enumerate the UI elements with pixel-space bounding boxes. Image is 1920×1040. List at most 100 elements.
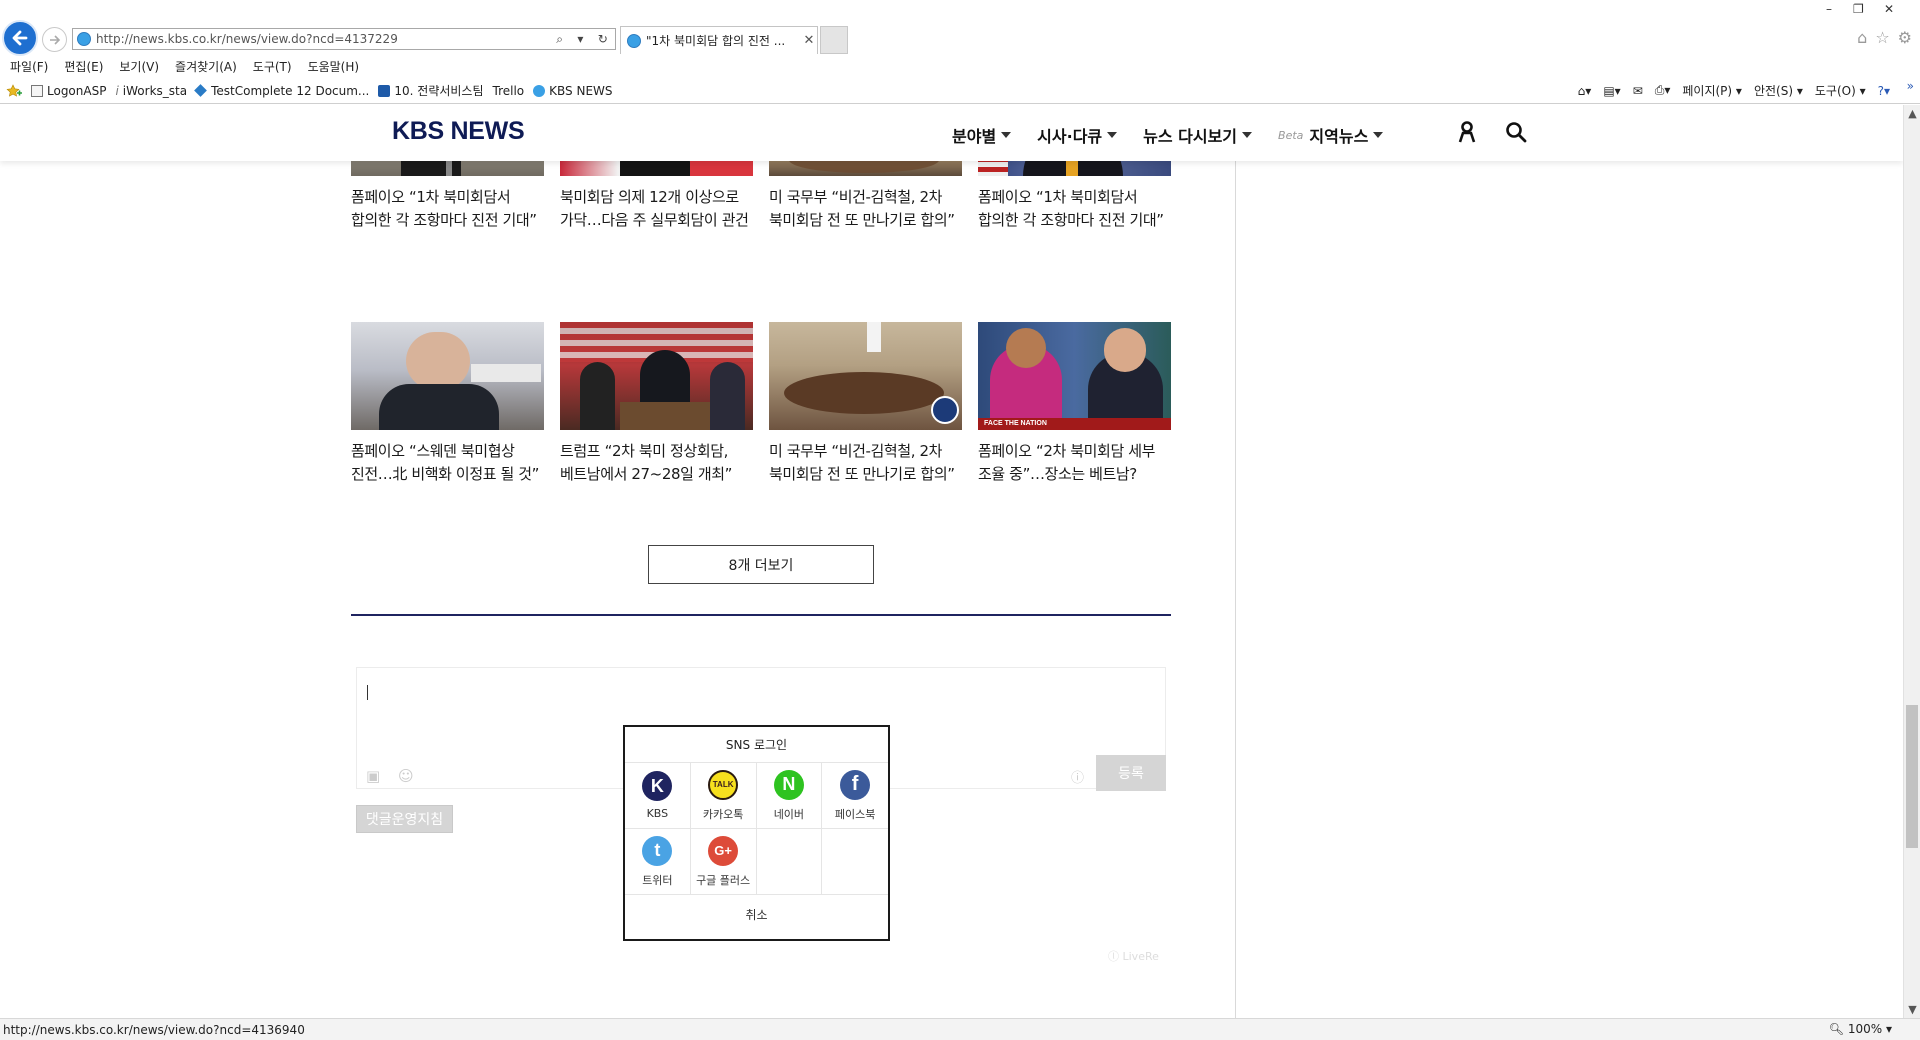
- browser-tab[interactable]: "1차 북미회담 합의 진전 ... ✕: [620, 26, 818, 54]
- related-article-card[interactable]: 폼페이오 “스웨덴 북미협상 진전…北 비핵화 이정표 될 것”: [351, 322, 544, 486]
- search-icon[interactable]: [1505, 121, 1527, 143]
- fav-iworks[interactable]: i iWorks_sta: [115, 84, 187, 98]
- sns-cancel-button[interactable]: 취소: [625, 895, 888, 933]
- fav-kbs-news[interactable]: KBS NEWS: [533, 84, 613, 98]
- help-icon[interactable]: ?▾: [1878, 84, 1890, 98]
- sns-label: 네이버: [773, 807, 805, 821]
- fav-testcomplete[interactable]: TestComplete 12 Docum...: [194, 83, 370, 98]
- nav-current-affairs[interactable]: 시사·다큐: [1037, 123, 1118, 147]
- kakaotalk-icon: TALK: [708, 769, 739, 800]
- address-text[interactable]: http://news.kbs.co.kr/news/view.do?ncd=4…: [96, 32, 549, 46]
- fav-logonasp[interactable]: LogonASP: [31, 84, 106, 98]
- image-attach-icon[interactable]: ▣: [366, 767, 380, 785]
- feeds-icon[interactable]: ▤▾: [1603, 84, 1620, 98]
- menu-bar: 파일(F) 편집(E) 보기(V) 즐겨찾기(A) 도구(T) 도움말(H): [0, 55, 1920, 77]
- sns-twitter-button[interactable]: t 트위터: [625, 829, 691, 895]
- fav-label: LogonASP: [47, 83, 107, 98]
- favorites-star-icon[interactable]: ☆: [1875, 28, 1889, 47]
- menu-edit[interactable]: 편집(E): [64, 58, 103, 75]
- fav-label: TestComplete 12 Docum...: [211, 83, 370, 98]
- fav-strategy[interactable]: 10. 전략서비스팀: [378, 82, 484, 99]
- close-window-icon[interactable]: ✕: [1884, 2, 1894, 16]
- search-icon[interactable]: ⌕: [556, 32, 563, 47]
- scroll-up-icon[interactable]: ▲: [1904, 107, 1920, 120]
- tab-favicon: [627, 33, 641, 48]
- zoom-control[interactable]: 🔍︎ 100% ▾: [1829, 1022, 1892, 1036]
- menu-help[interactable]: 도움말(H): [308, 58, 360, 75]
- minimize-icon[interactable]: –: [1826, 2, 1832, 16]
- home-icon[interactable]: ⌂: [1857, 28, 1867, 47]
- sns-naver-button[interactable]: N 네이버: [756, 763, 823, 829]
- sns-login-popup: SNS 로그인 K KBS TALK 카카오톡 N 네이버 f 페이스북 t 트…: [623, 725, 890, 941]
- nav-regional[interactable]: Beta 지역뉴스: [1278, 123, 1384, 147]
- menu-view[interactable]: 보기(V): [119, 58, 159, 75]
- scrollbar-thumb[interactable]: [1906, 705, 1918, 848]
- tools-menu[interactable]: 도구(O) ▾: [1815, 82, 1866, 99]
- refresh-icon[interactable]: ↻: [598, 32, 608, 46]
- naver-icon: N: [773, 769, 804, 800]
- menu-favorites[interactable]: 즐겨찾기(A): [175, 58, 237, 75]
- favorites-star-add-icon[interactable]: [6, 83, 22, 98]
- new-tab-button[interactable]: [820, 26, 848, 54]
- kbs-news-logo[interactable]: KBS NEWS: [392, 117, 525, 146]
- settings-gear-icon[interactable]: ⚙: [1898, 28, 1912, 47]
- address-bar[interactable]: http://news.kbs.co.kr/news/view.do?ncd=4…: [72, 28, 616, 50]
- article-thumbnail[interactable]: FACE THE NATION: [978, 322, 1171, 430]
- print-icon[interactable]: ⎙▾: [1655, 83, 1671, 98]
- article-title[interactable]: 폼페이오 “2차 북미회담 세부 조율 중”…장소는 베트남?: [978, 440, 1171, 486]
- zoom-icon: 🔍︎: [1828, 1022, 1845, 1036]
- favorites-bar: LogonASP i iWorks_sta TestComplete 12 Doc…: [0, 78, 1920, 104]
- register-button[interactable]: 등록: [1096, 755, 1166, 791]
- forward-button[interactable]: [42, 27, 67, 52]
- ie-icon: [533, 84, 546, 97]
- home-cmd-icon[interactable]: ⌂▾: [1578, 84, 1592, 98]
- section-divider: [351, 614, 1171, 616]
- dropdown-icon[interactable]: ▾: [577, 32, 583, 46]
- restore-icon[interactable]: ❐: [1853, 2, 1864, 16]
- kbs-main-nav: 분야별 시사·다큐 뉴스 다시보기 Beta 지역뉴스: [952, 123, 1409, 147]
- article-thumbnail[interactable]: [769, 322, 962, 430]
- nav-label: 뉴스 다시보기: [1143, 127, 1238, 146]
- sns-kakaotalk-button[interactable]: TALK 카카오톡: [690, 763, 757, 829]
- article-thumbnail[interactable]: [560, 322, 753, 430]
- comment-policy-button[interactable]: 댓글운영지침: [356, 805, 453, 833]
- article-title[interactable]: 폼페이오 “1차 북미회담서 합의한 각 조항마다 진전 기대”: [978, 186, 1171, 232]
- page-menu[interactable]: 페이지(P) ▾: [1682, 82, 1742, 99]
- sns-label: 트위터: [642, 873, 673, 887]
- sns-kbs-button[interactable]: K KBS: [625, 763, 691, 829]
- related-article-card[interactable]: 트럼프 “2차 북미 정상회담, 베트남에서 27~28일 개최”: [560, 322, 753, 486]
- sns-label: 페이스북: [834, 807, 876, 821]
- load-more-button[interactable]: 8개 더보기: [648, 545, 874, 584]
- tab-title: "1차 북미회담 합의 진전 ...: [646, 34, 786, 48]
- back-button[interactable]: [2, 20, 38, 56]
- safety-menu[interactable]: 안전(S) ▾: [1754, 82, 1803, 99]
- article-title[interactable]: 트럼프 “2차 북미 정상회담, 베트남에서 27~28일 개최”: [560, 440, 753, 486]
- sns-googleplus-button[interactable]: G+ 구글 플러스: [690, 829, 757, 895]
- page-menu-label: 페이지(P): [1682, 84, 1733, 98]
- mail-icon[interactable]: ✉: [1633, 84, 1643, 98]
- article-title[interactable]: 북미회담 의제 12개 이상으로 가닥…다음 주 실무회담이 관건: [560, 186, 753, 232]
- more-chevron-icon[interactable]: »: [1907, 79, 1914, 93]
- tab-close-icon[interactable]: ✕: [801, 33, 817, 48]
- kbs-logo-icon: K: [642, 771, 673, 801]
- vertical-scrollbar[interactable]: ▲ ▼: [1903, 105, 1920, 1018]
- article-title[interactable]: 미 국무부 “비건-김혁철, 2차 북미회담 전 또 만나기로 합의”: [769, 440, 962, 486]
- article-thumbnail[interactable]: [351, 322, 544, 430]
- nav-news-replay[interactable]: 뉴스 다시보기: [1143, 123, 1253, 147]
- menu-tools[interactable]: 도구(T): [253, 58, 292, 75]
- article-title[interactable]: 미 국무부 “비건-김혁철, 2차 북미회담 전 또 만나기로 합의”: [769, 186, 962, 232]
- emoji-icon[interactable]: ☺: [398, 767, 414, 785]
- nav-category[interactable]: 분야별: [952, 123, 1012, 147]
- user-icon[interactable]: [1457, 121, 1477, 143]
- iworks-icon: i: [115, 83, 119, 98]
- article-title[interactable]: 폼페이오 “스웨덴 북미협상 진전…北 비핵화 이정표 될 것”: [351, 440, 544, 486]
- related-article-card[interactable]: FACE THE NATION 폼페이오 “2차 북미회담 세부 조율 중”…장…: [978, 322, 1171, 486]
- scroll-down-icon[interactable]: ▼: [1904, 1003, 1920, 1016]
- fav-trello[interactable]: Trello: [493, 84, 525, 98]
- sns-facebook-button[interactable]: f 페이스북: [822, 763, 888, 829]
- article-title[interactable]: 폼페이오 “1차 북미회담서 합의한 각 조항마다 진전 기대”: [351, 186, 544, 232]
- info-icon[interactable]: ⓘ: [1071, 767, 1084, 786]
- menu-file[interactable]: 파일(F): [10, 58, 48, 75]
- related-article-card[interactable]: 미 국무부 “비건-김혁철, 2차 북미회담 전 또 만나기로 합의”: [769, 322, 962, 486]
- fav-label: 10. 전략서비스팀: [394, 84, 484, 98]
